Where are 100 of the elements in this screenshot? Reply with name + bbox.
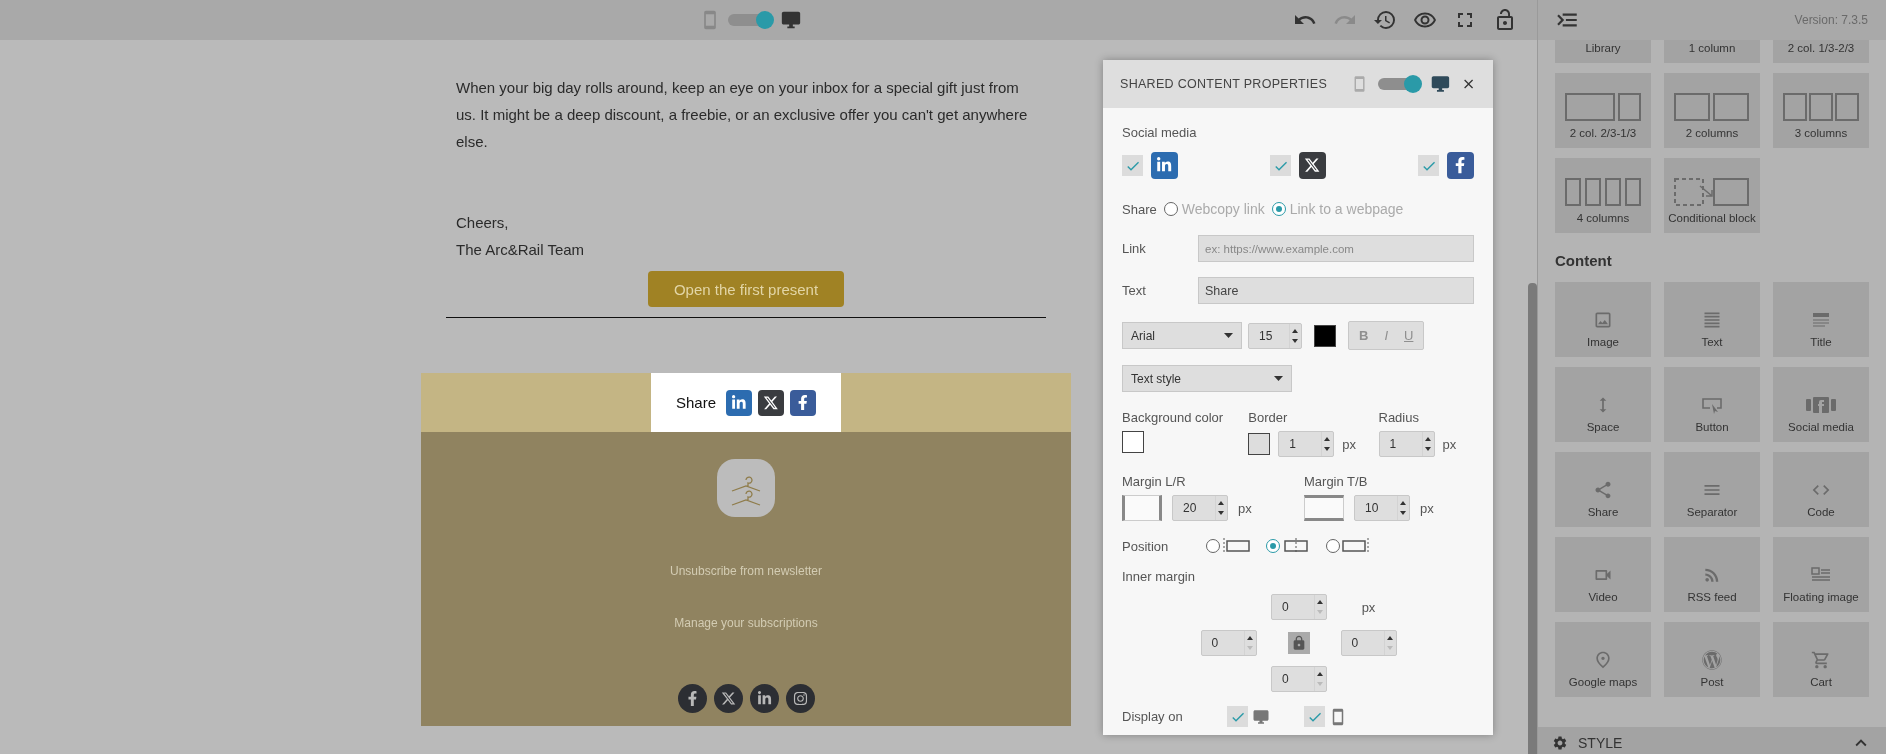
layout-tile[interactable]: Library: [1555, 40, 1651, 63]
linkedin-logo-icon[interactable]: [1151, 152, 1178, 179]
layout-tile[interactable]: 3 columns: [1773, 73, 1869, 148]
font-color-swatch[interactable]: [1314, 324, 1336, 347]
field-label: Text: [1122, 283, 1147, 298]
cart-icon: [1811, 650, 1831, 670]
content-block-tile[interactable]: Social media: [1773, 367, 1869, 442]
layout-tile[interactable]: 2 col. 2/3-1/3: [1555, 73, 1651, 148]
style-section-header[interactable]: STYLE: [1538, 727, 1886, 754]
radio-button[interactable]: [1271, 202, 1286, 216]
input-field[interactable]: ex: https://www.example.com: [1198, 235, 1474, 262]
section-heading: Content: [1555, 252, 1613, 269]
content-block-tile[interactable]: Google maps: [1555, 622, 1651, 697]
closing-line: The Arc&Rail Team: [456, 240, 585, 260]
desktop-icon[interactable]: [1429, 73, 1451, 95]
facebook-logo-icon[interactable]: [1447, 152, 1474, 179]
layout-tile[interactable]: 2 col. 1/3-2/3: [1773, 40, 1869, 63]
scrollbar-thumb[interactable]: [1528, 283, 1537, 754]
stepper-arrows-icon[interactable]: [1215, 496, 1227, 520]
font-dropdown[interactable]: Arial: [1122, 322, 1242, 349]
unit-label: px: [1442, 436, 1457, 452]
field-label: Margin L/R: [1122, 474, 1187, 489]
map-pin-icon: [1593, 650, 1613, 670]
layout-tile[interactable]: 2 columns: [1664, 73, 1760, 148]
radio-button[interactable]: [1163, 202, 1178, 216]
content-block-tile[interactable]: Code: [1773, 452, 1869, 527]
version-label: Version: 7.3.5: [1794, 13, 1868, 27]
unit-label: px: [1361, 599, 1376, 615]
number-field[interactable]: 15: [1248, 322, 1302, 349]
content-block-tile[interactable]: Post: [1664, 622, 1760, 697]
layout-tile[interactable]: 4 columns: [1555, 158, 1651, 233]
desktop-icon[interactable]: [780, 9, 802, 31]
number-field[interactable]: 0: [1271, 666, 1327, 692]
input-field[interactable]: Share: [1198, 277, 1474, 304]
share-label: Share: [676, 394, 716, 411]
share-icon: [1593, 480, 1613, 500]
checkbox[interactable]: [1122, 155, 1143, 176]
text-lines-icon: [1702, 310, 1722, 330]
x-logo-icon[interactable]: [758, 389, 784, 416]
radio-button[interactable]: [1326, 539, 1340, 553]
content-block-tile[interactable]: Space: [1555, 367, 1651, 442]
content-block-tile[interactable]: Image: [1555, 282, 1651, 357]
facebook-circle-icon[interactable]: [677, 684, 707, 713]
layout-tile[interactable]: Conditional block: [1664, 158, 1760, 233]
checkbox[interactable]: [1227, 706, 1248, 727]
stepper-arrows-icon[interactable]: [1314, 667, 1326, 691]
stepper-arrows-icon[interactable]: [1314, 595, 1326, 619]
view-toggle[interactable]: [1378, 78, 1420, 90]
content-block-tile[interactable]: Separator: [1664, 452, 1760, 527]
number-field[interactable]: 1: [1378, 431, 1435, 457]
number-field[interactable]: 20: [1172, 495, 1228, 521]
checkbox[interactable]: [1304, 706, 1325, 727]
number-field[interactable]: 0: [1200, 630, 1257, 656]
x-circle-icon[interactable]: [713, 684, 743, 713]
checkbox[interactable]: [1270, 155, 1291, 176]
background-color-swatch[interactable]: [1122, 431, 1144, 453]
dropdown-arrow-icon: [1274, 376, 1283, 381]
column-layout-icon: [1565, 93, 1641, 121]
stepper-arrows-icon[interactable]: [1383, 631, 1396, 655]
content-block-tile[interactable]: Video: [1555, 537, 1651, 612]
radio-button[interactable]: [1266, 539, 1280, 553]
layout-tile[interactable]: 1 column: [1664, 40, 1760, 63]
column-layout-icon: [1783, 93, 1859, 121]
field-label: Border: [1248, 410, 1289, 425]
facebook-logo-icon[interactable]: [790, 389, 816, 416]
number-field[interactable]: 1: [1278, 431, 1335, 457]
view-toggle[interactable]: [728, 14, 772, 26]
column-layout-icon: [1565, 178, 1641, 206]
content-block-tile[interactable]: Share: [1555, 452, 1651, 527]
x-logo-icon[interactable]: [1299, 152, 1326, 179]
margin-top-bottom-icon: [1304, 495, 1344, 521]
radio-button[interactable]: [1206, 539, 1220, 553]
stepper-arrows-icon[interactable]: [1289, 323, 1301, 348]
field-label: Margin T/B: [1304, 474, 1369, 489]
linkedin-circle-icon[interactable]: [749, 684, 779, 713]
field-label: Inner margin: [1122, 569, 1195, 584]
checkbox[interactable]: [1418, 155, 1439, 176]
alignment-center-icon: [1282, 537, 1310, 555]
border-color-swatch[interactable]: [1248, 433, 1271, 455]
history-icon[interactable]: [1373, 8, 1397, 32]
padlock-button[interactable]: [1288, 632, 1310, 654]
stepper-arrows-icon[interactable]: [1397, 496, 1409, 520]
content-block-tile[interactable]: Cart: [1773, 622, 1869, 697]
number-field[interactable]: 0: [1340, 630, 1397, 656]
unit-label: px: [1420, 500, 1434, 516]
linkedin-logo-icon[interactable]: [726, 389, 752, 416]
content-block-tile[interactable]: Floating image: [1773, 537, 1869, 612]
content-block-tile[interactable]: RSS feed: [1664, 537, 1760, 612]
instagram-circle-icon[interactable]: [785, 684, 815, 713]
content-block-tile[interactable]: Title: [1773, 282, 1869, 357]
text-style-dropdown[interactable]: Text style: [1122, 365, 1292, 392]
social-media-icon: [1805, 395, 1837, 415]
content-block-tile[interactable]: Button: [1664, 367, 1760, 442]
dialog-title: SHARED CONTENT PROPERTIES: [1120, 77, 1328, 91]
number-field[interactable]: 10: [1354, 495, 1410, 521]
dropdown-arrow-icon: [1224, 333, 1233, 338]
number-field[interactable]: 0: [1271, 594, 1327, 620]
content-block-tile[interactable]: Text: [1664, 282, 1760, 357]
stepper-arrows-icon[interactable]: [1243, 631, 1256, 655]
stepper-arrows-icon[interactable]: [1421, 432, 1434, 456]
